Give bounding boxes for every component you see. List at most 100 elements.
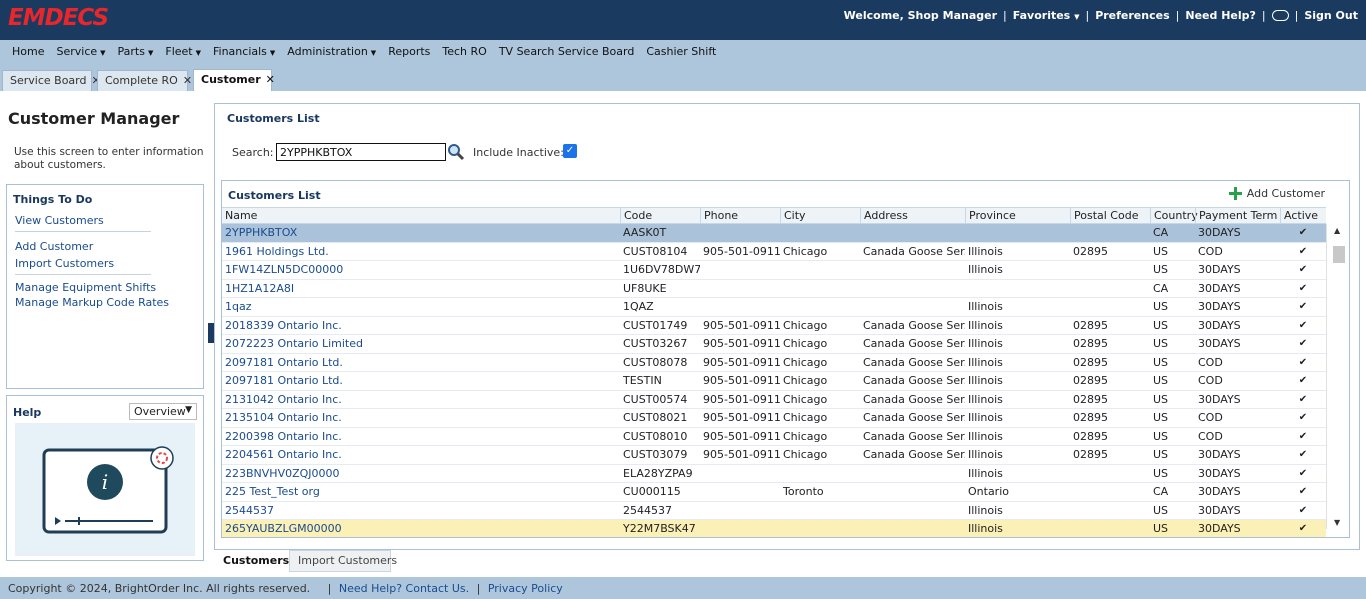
tab-customers[interactable]: Customers [214,550,289,572]
need-help-link[interactable]: Need Help? [1185,9,1256,22]
sign-out-link[interactable]: Sign Out [1304,9,1358,22]
column-header-country[interactable]: Country [1150,208,1198,224]
customer-name-link[interactable]: 2097181 Ontario Ltd. [222,372,620,390]
preferences-link[interactable]: Preferences [1095,9,1169,22]
table-row[interactable]: 1FW14ZLN5DC00000 1U6DV78DW7 Illinois US 30DA… [222,261,1326,280]
view-customers-link[interactable]: View Customers [15,214,104,227]
search-icon[interactable] [447,143,465,161]
scroll-down-icon[interactable]: ▼ [1334,518,1340,527]
customer-name-link[interactable]: 2544537 [222,502,620,520]
table-row[interactable]: 2200398 Ontario Inc. CUST08010 905-501-091… [222,428,1326,446]
table-cell-term: COD [1198,374,1223,387]
contact-help-link[interactable]: Need Help? Contact Us. [339,582,469,595]
customer-name-link[interactable]: 2YPPHKBTOX [222,224,620,242]
table-cell-province [965,280,1070,298]
menu-fleet[interactable]: Fleet ▼ [165,45,201,58]
manage-equipment-shifts-link[interactable]: Manage Equipment Shifts [15,281,156,294]
table-row[interactable]: 2072223 Ontario Limited CUST03267 905-501-… [222,335,1326,354]
include-inactive-checkbox[interactable]: ✓ [563,144,577,158]
table-row[interactable]: 2018339 Ontario Inc. CUST01749 905-501-091… [222,317,1326,335]
column-header-city[interactable]: City [780,208,860,224]
customer-name-link[interactable]: 2204561 Ontario Inc. [222,446,620,464]
menu-home[interactable]: Home [12,45,44,58]
menu-tv-search-service-board[interactable]: TV Search Service Board [499,45,635,58]
table-cell-country: US [1153,263,1169,276]
help-topic-select[interactable]: Overview ▼ [129,403,197,420]
close-icon[interactable]: ✕ [266,73,275,86]
menu-tech-ro[interactable]: Tech RO [442,45,486,58]
active-check-icon: ✔ [1298,282,1308,294]
customer-name-link[interactable]: 1HZ1A12A8I [222,280,620,298]
table-row[interactable]: 2135104 Ontario Inc. CUST08021 905-501-091… [222,409,1326,428]
customer-name-link[interactable]: 2200398 Ontario Inc. [222,428,620,446]
help-video-illustration[interactable]: i [15,423,195,556]
customer-name-link[interactable]: 2131042 Ontario Inc. [222,391,620,409]
table-row[interactable]: 2131042 Ontario Inc. CUST00574 905-501-091… [222,391,1326,409]
add-customer-link[interactable]: Add Customer [15,240,93,253]
column-header-phone[interactable]: Phone [700,208,780,224]
page-title: Customer Manager [8,109,180,128]
menu-reports[interactable]: Reports [388,45,430,58]
search-input[interactable] [276,143,446,161]
chevron-down-icon: ▼ [195,49,201,57]
customer-name-link[interactable]: 1FW14ZLN5DC00000 [222,261,620,279]
table-row[interactable]: 1qaz 1QAZ Illinois US 30DAYS ✔ [222,298,1326,317]
manage-markup-code-rates-link[interactable]: Manage Markup Code Rates [15,296,169,309]
customer-name-link[interactable]: 265YAUBZLGM00000 [222,520,620,537]
menu-cashier-shift[interactable]: Cashier Shift [646,45,716,58]
menu-financials[interactable]: Financials ▼ [213,45,275,58]
app-logo[interactable]: EMDECS [8,5,109,31]
import-customers-link[interactable]: Import Customers [15,257,114,270]
table-cell-address: Canada Goose Ser... [863,448,965,461]
tab-service-board[interactable]: Service Board✕ [2,70,101,91]
table-cell-code: 2544537 [623,503,672,517]
customer-name-link[interactable]: 2072223 Ontario Limited [222,335,620,353]
scroll-up-icon[interactable]: ▲ [1334,226,1340,235]
table-cell-address: Canada Goose Ser... [863,411,965,424]
table-cell-term: 30DAYS [1198,263,1241,276]
customer-name-link[interactable]: 2135104 Ontario Inc. [222,409,620,427]
tab-import-customers[interactable]: Import Customers [289,550,397,572]
column-header-payment-term[interactable]: Payment Term [1195,208,1280,224]
table-row[interactable]: 2204561 Ontario Inc. CUST03079 905-501-091… [222,446,1326,465]
footer: Copyright © 2024, BrightOrder Inc. All r… [0,577,1366,599]
scroll-thumb[interactable] [1333,246,1345,263]
favorites-menu[interactable]: Favorites ▼ [1013,9,1080,22]
table-cell-phone [700,224,780,242]
menu-parts[interactable]: Parts ▼ [118,45,154,58]
close-icon[interactable]: ✕ [183,74,192,87]
chat-icon[interactable] [1271,9,1289,21]
privacy-policy-link[interactable]: Privacy Policy [488,582,563,595]
column-header-active[interactable]: Active [1280,208,1326,224]
customer-name-link[interactable]: 2097181 Ontario Ltd. [222,354,620,372]
table-row[interactable]: 2544537 2544537 Illinois US 30DAYS ✔ [222,502,1326,520]
tab-complete-ro[interactable]: Complete RO ✕ [97,70,192,91]
plus-icon [1228,187,1242,200]
table-cell-postal: 02895 [1073,392,1108,406]
column-header-code[interactable]: Code [620,208,700,224]
column-header-address[interactable]: Address [860,208,965,224]
table-cell-term: 30DAYS [1198,522,1241,535]
table-cell-province: Illinois [968,263,1003,276]
table-row[interactable]: 265YAUBZLGM00000 Y22M7BSK47 Illinois US 30DA… [222,520,1326,537]
customer-name-link[interactable]: 1qaz [222,298,620,316]
customer-name-link[interactable]: 225 Test_Test org [222,483,620,501]
vertical-scrollbar[interactable]: ▲ ▼ [1326,224,1349,529]
column-header-name[interactable]: Name [222,208,620,224]
table-row[interactable]: 223BNVHV0ZQJ0000 ELA28YZPA9 Illinois US 30DA… [222,465,1326,483]
column-header-postal-code[interactable]: Postal Code [1070,208,1150,224]
menu-service[interactable]: Service ▼ [56,45,105,58]
tab-customer[interactable]: Customer ✕ [193,69,275,91]
customer-name-link[interactable]: 223BNVHV0ZQJ0000 [222,465,620,483]
table-row[interactable]: 1961 Holdings Ltd. CUST08104 905-501-0911 C… [222,243,1326,261]
table-row[interactable]: 1HZ1A12A8I UF8UKE CA 30DAYS ✔ [222,280,1326,298]
customer-name-link[interactable]: 1961 Holdings Ltd. [222,243,620,261]
customer-name-link[interactable]: 2018339 Ontario Inc. [222,317,620,335]
table-row[interactable]: 2YPPHKBTOX AASK0T CA 30DAYS ✔ [222,224,1326,243]
menu-administration[interactable]: Administration ▼ [287,45,376,58]
table-row[interactable]: 2097181 Ontario Ltd. CUST08078 905-501-091… [222,354,1326,372]
add-customer-button[interactable]: Add Customer [1228,187,1325,200]
column-header-province[interactable]: Province [965,208,1070,224]
table-row[interactable]: 2097181 Ontario Ltd. TESTIN 905-501-0911 Ch… [222,372,1326,391]
table-row[interactable]: 225 Test_Test org CU000115 Toronto Ontario C… [222,483,1326,502]
